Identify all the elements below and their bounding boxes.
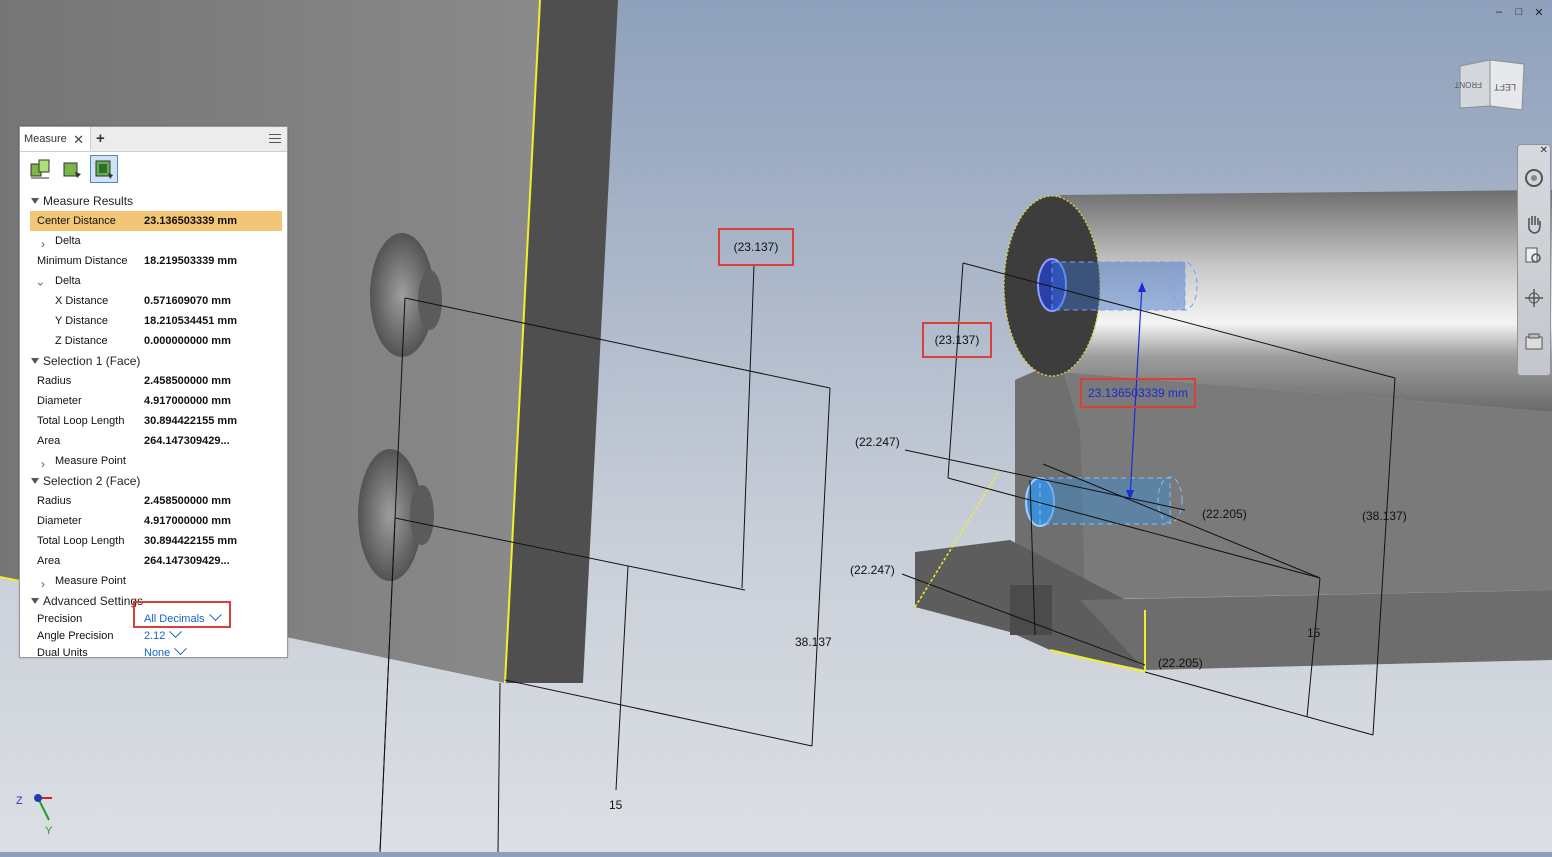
row-sel2-radius: Radius 2.458500000 mm <box>37 495 231 507</box>
row-delta-collapsed[interactable]: › Delta <box>20 231 287 251</box>
measure-panel: Measure ✕ + Measure Results Center Dista… <box>19 126 288 659</box>
viewcube[interactable]: FRONT LEFT <box>1452 58 1530 118</box>
pan-hand-icon[interactable] <box>1523 213 1545 235</box>
angle-precision-dropdown[interactable]: 2.12 <box>144 625 183 645</box>
dimension-label[interactable]: (38.137) <box>1362 509 1407 523</box>
navigation-bar: ✕ <box>1517 144 1551 376</box>
triad-y-label: Y <box>45 825 53 836</box>
measure-result-value: 23.136503339 mm <box>1087 386 1189 400</box>
zoom-icon[interactable] <box>1523 245 1545 267</box>
look-at-icon[interactable] <box>1523 331 1545 353</box>
section-selection-2[interactable]: Selection 2 (Face) <box>20 471 287 491</box>
navbar-close-icon[interactable]: ✕ <box>1540 145 1548 156</box>
orbit-icon[interactable] <box>1523 287 1545 309</box>
dimension-label[interactable]: (22.205) <box>1158 656 1203 670</box>
row-angle-precision: Angle Precision 2.12 <box>20 625 287 645</box>
tab-measure-label: Measure <box>24 133 67 145</box>
tab-measure[interactable]: Measure ✕ <box>20 127 91 151</box>
row-sel1-loop-length: Total Loop Length 30.894422155 mm <box>37 415 237 427</box>
dimension-value: (23.137) <box>934 333 980 347</box>
measure-angle-icon <box>63 162 81 178</box>
dimension-label[interactable]: (22.247) <box>850 563 895 577</box>
dimension-label-boxed[interactable]: (23.137) <box>922 322 992 358</box>
axis-triad: Z Y <box>14 784 64 837</box>
minimize-button[interactable]: – <box>1494 6 1504 19</box>
viewcube-front-label: FRONT <box>1454 80 1482 89</box>
dimension-label[interactable]: 15 <box>609 798 622 812</box>
row-x-distance: X Distance 0.571609070 mm <box>55 295 231 307</box>
row-sel1-radius: Radius 2.458500000 mm <box>37 375 231 387</box>
dimension-label[interactable]: 38.137 <box>795 635 832 649</box>
measure-results-list: Measure Results Center Distance 23.136503… <box>20 191 287 662</box>
row-sel2-measure-point[interactable]: › Measure Point <box>20 571 287 591</box>
row-center-distance[interactable]: Center Distance 23.136503339 mm <box>30 211 282 231</box>
row-sel2-loop-length: Total Loop Length 30.894422155 mm <box>37 535 237 547</box>
hamburger-menu-icon[interactable] <box>269 134 281 144</box>
dimension-label[interactable]: (22.205) <box>1202 507 1247 521</box>
section-measure-results[interactable]: Measure Results <box>20 191 287 211</box>
steering-wheel-icon[interactable] <box>1523 167 1545 189</box>
row-delta-expanded[interactable]: › Delta <box>20 271 287 291</box>
add-tab-button[interactable]: + <box>96 130 105 147</box>
dual-units-dropdown[interactable]: None <box>144 642 188 662</box>
measure-distance-icon <box>30 159 50 179</box>
precision-highlight-box <box>133 601 231 628</box>
row-sel2-diameter: Diameter 4.917000000 mm <box>37 515 231 527</box>
row-dual-units: Dual Units None <box>20 642 287 662</box>
dimension-label-boxed[interactable]: (23.137) <box>718 228 794 266</box>
dimension-label[interactable]: 15 <box>1307 626 1320 640</box>
measure-result-label: 23.136503339 mm <box>1080 378 1196 408</box>
dimension-value: (23.137) <box>733 240 779 254</box>
section-selection-1[interactable]: Selection 1 (Face) <box>20 351 287 371</box>
close-window-button[interactable]: ✕ <box>1534 6 1544 19</box>
measure-loop-icon <box>95 160 113 179</box>
tab-close-icon[interactable]: ✕ <box>73 132 84 148</box>
row-sel1-diameter: Diameter 4.917000000 mm <box>37 395 231 407</box>
dimension-label[interactable]: (22.247) <box>855 435 900 449</box>
measure-angle-button[interactable] <box>58 155 86 183</box>
viewcube-left-label: LEFT <box>1493 82 1516 92</box>
restore-button[interactable]: □ <box>1514 6 1524 19</box>
row-sel1-area: Area 264.147309429... <box>37 435 230 447</box>
measure-distance-button[interactable] <box>26 155 54 183</box>
panel-tabbar: Measure ✕ + <box>20 127 287 152</box>
row-minimum-distance: Minimum Distance 18.219503339 mm <box>37 255 237 267</box>
measure-loop-button[interactable] <box>90 155 118 183</box>
row-z-distance: Z Distance 0.000000000 mm <box>55 335 231 347</box>
row-y-distance: Y Distance 18.210534451 mm <box>55 315 237 327</box>
row-sel2-area: Area 264.147309429... <box>37 555 230 567</box>
window-controls: – □ ✕ <box>1494 6 1544 19</box>
row-sel1-measure-point[interactable]: › Measure Point <box>20 451 287 471</box>
chevron-down-icon <box>174 642 188 656</box>
triad-z-label: Z <box>16 795 23 807</box>
chevron-down-icon: › <box>34 282 48 286</box>
measure-tools <box>26 155 118 183</box>
